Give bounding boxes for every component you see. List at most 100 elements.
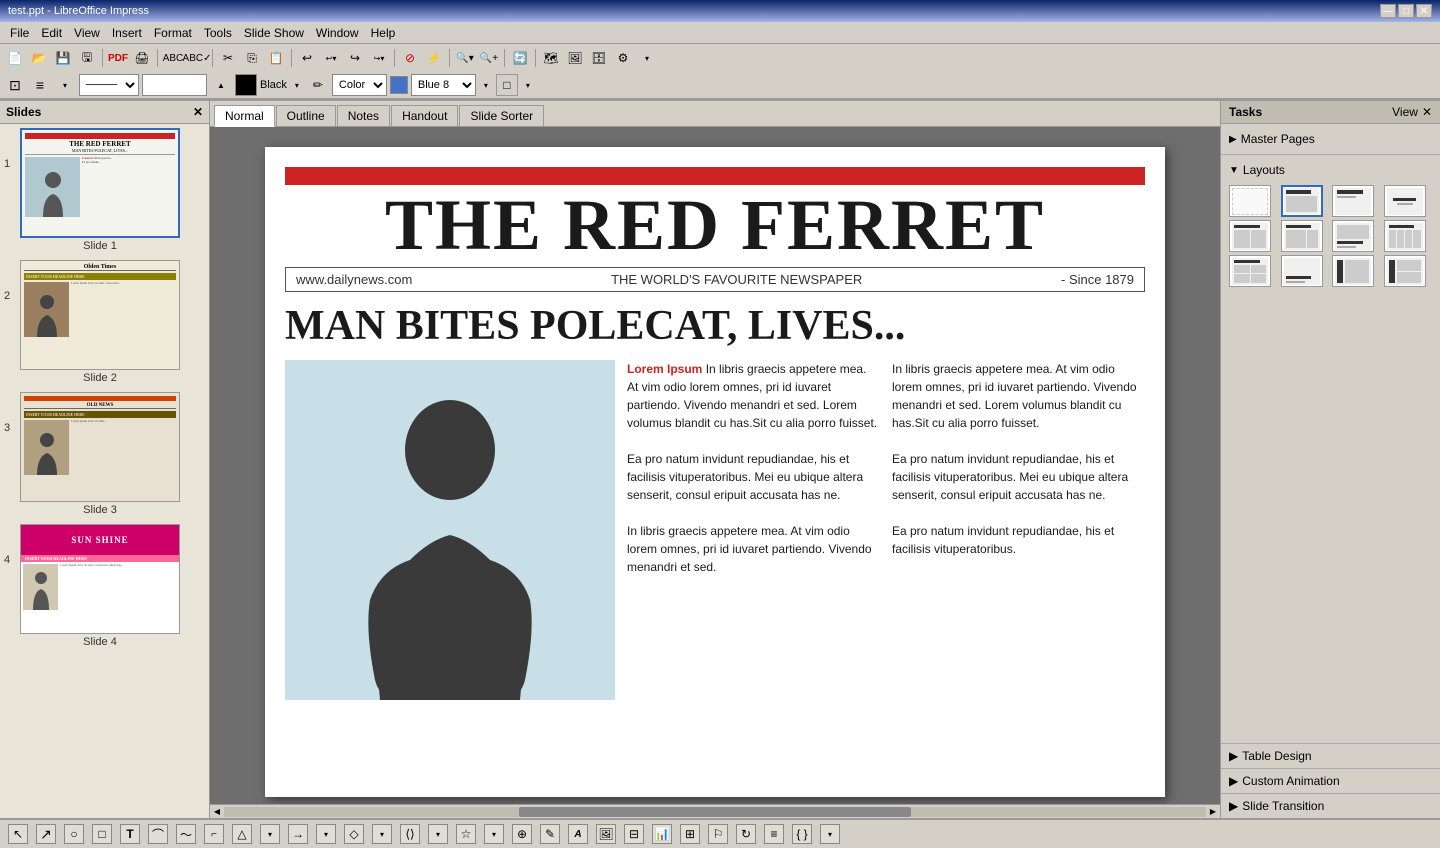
tab-order-button[interactable]: ≡ (29, 74, 51, 96)
menu-slideshow[interactable]: Slide Show (238, 24, 310, 42)
gluepoint-tool[interactable]: ✎ (540, 824, 560, 844)
slide-thumb-3[interactable]: OLD NEWS INSERT YOUR HEADLINE HERE Lorem (20, 392, 180, 502)
tab-normal[interactable]: Normal (214, 105, 275, 127)
shadow-dropdown[interactable]: ▾ (521, 74, 535, 96)
layout-vertical-two[interactable] (1384, 255, 1426, 287)
menu-view[interactable]: View (68, 24, 106, 42)
toggle-extrude[interactable]: ⊞ (680, 824, 700, 844)
paste-button[interactable]: 📋 (265, 47, 287, 69)
view-label[interactable]: View (1392, 105, 1418, 119)
block-arrows-tool[interactable]: → (288, 824, 308, 844)
table-tool[interactable]: ⊟ (624, 824, 644, 844)
layout-vertical-title[interactable] (1332, 255, 1374, 287)
layouts-header[interactable]: ▼ Layouts (1229, 159, 1432, 181)
menu-format[interactable]: Format (148, 24, 198, 42)
layout-content-above[interactable] (1332, 220, 1374, 252)
stars-tool[interactable]: ☆ (456, 824, 476, 844)
layout-two-col[interactable] (1229, 220, 1271, 252)
zoom-dropdown[interactable]: 🔍▾ (454, 47, 476, 69)
copy-button[interactable]: ⎘ (241, 47, 263, 69)
custom-animation-item[interactable]: ▶ Custom Animation (1221, 768, 1440, 793)
line-width-spinner-up[interactable]: ▲ (210, 74, 232, 96)
fill-toggle[interactable]: ✏ (307, 74, 329, 96)
new-button[interactable]: 📄 (4, 47, 26, 69)
refresh-button[interactable]: 🔄 (509, 47, 531, 69)
undo-dropdown[interactable]: ↩▾ (320, 47, 342, 69)
callout-dropdown[interactable]: ▾ (428, 824, 448, 844)
fill-color-select[interactable]: Blue 8 (411, 74, 476, 96)
slide-thumb-1[interactable]: THE RED FERRET MAN BITES POLECAT, LIVES.… (20, 128, 180, 238)
h-scroll-right[interactable]: ▶ (1206, 805, 1220, 819)
tab-notes[interactable]: Notes (337, 105, 390, 126)
menu-file[interactable]: File (4, 24, 35, 42)
line-width-input[interactable]: 0.00cm (142, 74, 207, 96)
tab-handout[interactable]: Handout (391, 105, 458, 126)
chart-tool[interactable]: 📊 (652, 824, 672, 844)
close-button[interactable]: ✕ (1416, 4, 1432, 18)
line-color-box[interactable] (235, 74, 257, 96)
master-pages-header[interactable]: ▶ Master Pages (1229, 128, 1432, 150)
shadow-tool[interactable]: ⚐ (708, 824, 728, 844)
minimize-button[interactable]: — (1380, 4, 1396, 18)
fontwork-tool[interactable]: A (568, 824, 588, 844)
slides-close-icon[interactable]: ✕ (193, 105, 203, 119)
undo-button[interactable]: ↩ (296, 47, 318, 69)
shadow-button[interactable]: □ (496, 74, 518, 96)
stop-button[interactable]: ⊘ (399, 47, 421, 69)
autocorrect-button[interactable]: ABC✓ (186, 47, 208, 69)
h-scroll-thumb[interactable] (519, 807, 912, 817)
flowchart-dropdown[interactable]: ▾ (372, 824, 392, 844)
right-panel-close[interactable]: ✕ (1422, 105, 1432, 119)
shapes-dropdown[interactable]: ▾ (260, 824, 280, 844)
shapes-tool[interactable]: △ (232, 824, 252, 844)
connector-tool[interactable]: ⌐ (204, 824, 224, 844)
menu-insert[interactable]: Insert (106, 24, 148, 42)
align-tool[interactable]: ≡ (764, 824, 784, 844)
table-design-item[interactable]: ▶ Table Design (1221, 743, 1440, 768)
h-scroll-track[interactable] (224, 807, 1206, 817)
selection-mode-button[interactable]: ⊡ (4, 74, 26, 96)
stars-dropdown[interactable]: ▾ (484, 824, 504, 844)
line-color-dropdown[interactable]: ▾ (290, 74, 304, 96)
layout-title-bottom[interactable] (1281, 255, 1323, 287)
gallery-button[interactable]: 🖼 (564, 47, 586, 69)
maximize-button[interactable]: □ (1398, 4, 1414, 18)
menu-edit[interactable]: Edit (35, 24, 68, 42)
menu-tools[interactable]: Tools (198, 24, 238, 42)
text-tool[interactable]: T (120, 824, 140, 844)
layout-title-content[interactable] (1281, 185, 1323, 217)
snap-tool[interactable]: ⊕ (512, 824, 532, 844)
print-button[interactable]: 🖨 (131, 47, 153, 69)
db-button[interactable]: 🗄 (588, 47, 610, 69)
block-arrows-dropdown[interactable]: ▾ (316, 824, 336, 844)
more-button[interactable]: ▾ (636, 47, 658, 69)
flowchart-tool[interactable]: ◇ (344, 824, 364, 844)
freeform-tool[interactable]: 〜 (176, 824, 196, 844)
open-button[interactable]: 📂 (28, 47, 50, 69)
zoom2[interactable]: 🔍+ (478, 47, 500, 69)
line-style-select[interactable]: ──── (79, 74, 139, 96)
redo-button[interactable]: ↪ (344, 47, 366, 69)
macro-button[interactable]: ⚙ (612, 47, 634, 69)
navigator-button[interactable]: 🗺 (540, 47, 562, 69)
menu-window[interactable]: Window (310, 24, 365, 42)
redo-dropdown[interactable]: ↪▾ (368, 47, 390, 69)
save-button[interactable]: 💾 (52, 47, 74, 69)
save-as-button[interactable]: 🖫 (76, 47, 98, 69)
tab-outline[interactable]: Outline (276, 105, 336, 126)
layout-two-col-alt[interactable] (1281, 220, 1323, 252)
slide-canvas-area[interactable]: THE RED FERRET www.dailynews.com THE WOR… (210, 127, 1220, 804)
rotate-tool[interactable]: ↻ (736, 824, 756, 844)
pdf-button[interactable]: PDF (107, 47, 129, 69)
basic-shapes-dropdown2[interactable]: ▾ (820, 824, 840, 844)
tab-sorter[interactable]: Slide Sorter (459, 105, 544, 126)
layout-blank[interactable] (1229, 185, 1271, 217)
interaction-button[interactable]: ⚡ (423, 47, 445, 69)
h-scroll-left[interactable]: ◀ (210, 805, 224, 819)
slide-thumb-2[interactable]: Olden Times INSERT YOUR HEADLINE HERE Lo… (20, 260, 180, 370)
ellipse-tool[interactable]: □ (92, 824, 112, 844)
spellcheck-button[interactable]: ABC (162, 47, 184, 69)
layout-title-only[interactable] (1332, 185, 1374, 217)
fill-type-select[interactable]: Color (332, 74, 387, 96)
curve-tool[interactable]: ⌒ (148, 824, 168, 844)
